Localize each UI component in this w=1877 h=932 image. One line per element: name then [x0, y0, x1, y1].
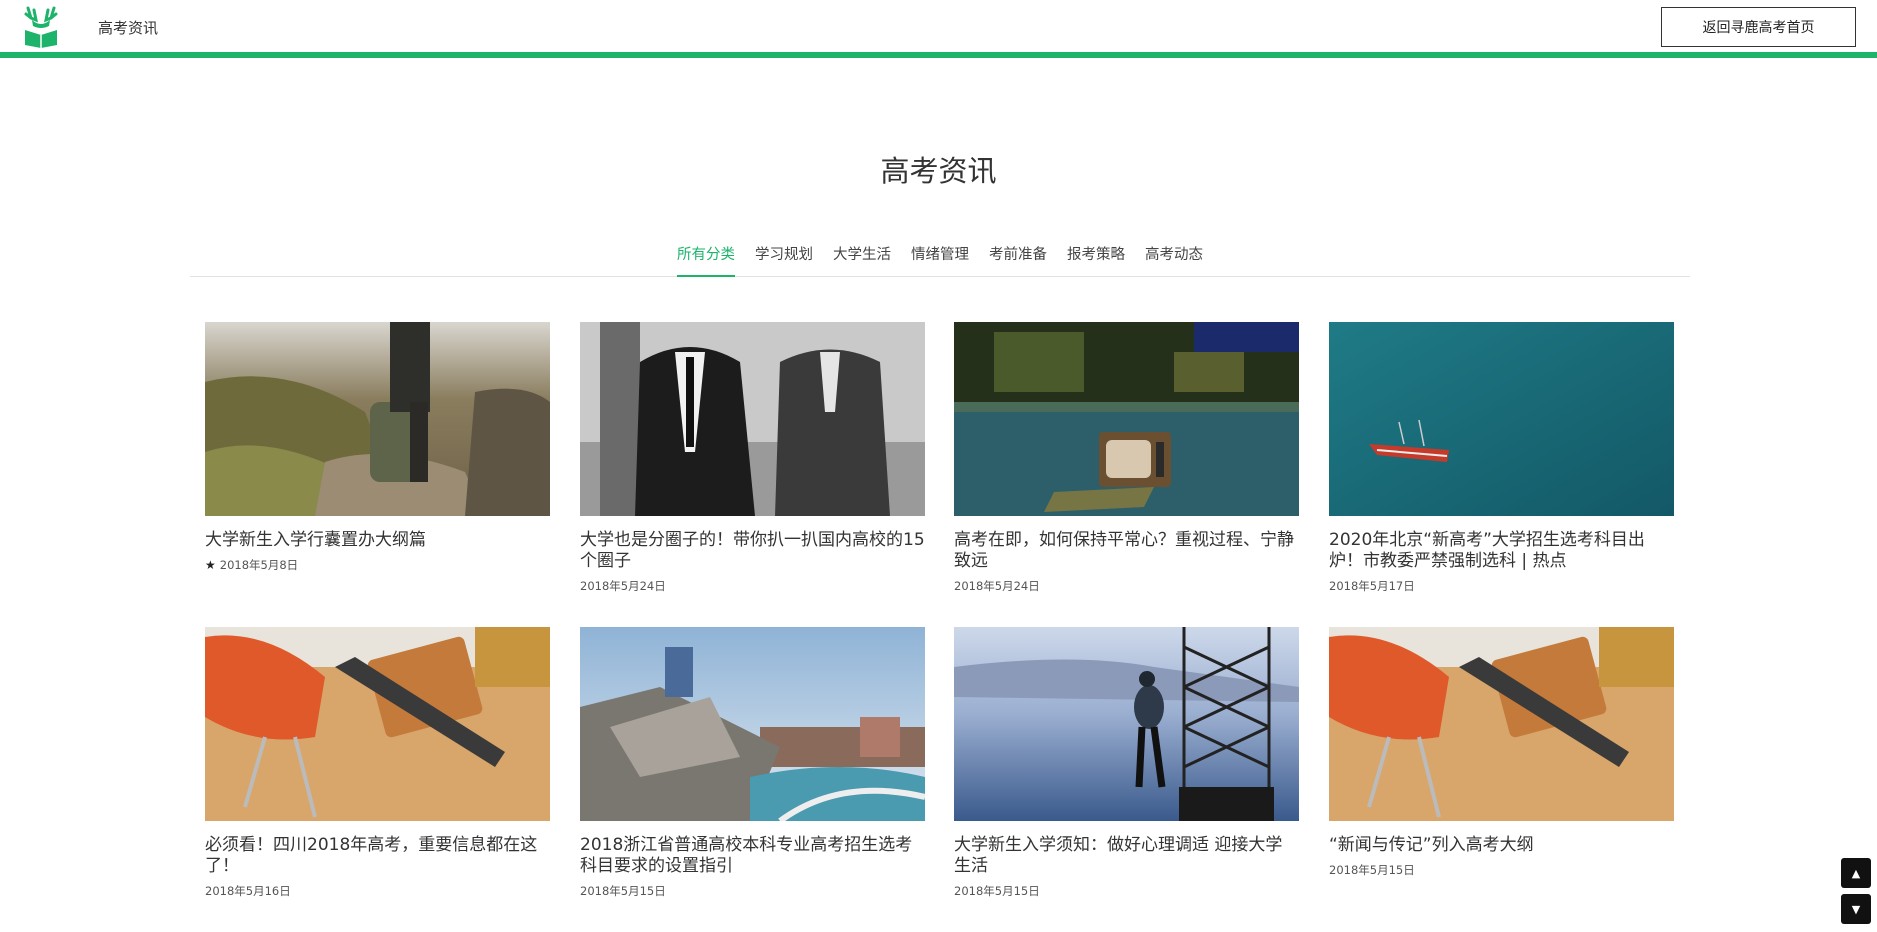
tab-study-planning[interactable]: 学习规划 — [755, 243, 813, 277]
desk-chair-photo[interactable] — [1329, 627, 1674, 821]
article-card[interactable]: 2020年北京“新高考”大学招生选考科目出炉！市教委严禁强制选科 | 热点 20… — [1329, 322, 1674, 594]
article-card[interactable]: 高考在即，如何保持平常心？重视过程、宁静致远 2018年5月24日 — [954, 322, 1299, 594]
tab-application-strategy[interactable]: 报考策略 — [1067, 243, 1125, 277]
article-title[interactable]: 大学也是分圈子的！带你扒一扒国内高校的15个圈子 — [580, 530, 925, 572]
article-title[interactable]: 高考在即，如何保持平常心？重视过程、宁静致远 — [954, 530, 1299, 572]
article-date-row: 2018年5月15日 — [580, 883, 925, 899]
top-navbar: 高考资讯 返回寻鹿高考首页 — [0, 0, 1877, 58]
hiker-backpack-photo[interactable] — [205, 322, 550, 516]
article-card[interactable]: “新闻与传记”列入高考大纲 2018年5月15日 — [1329, 627, 1674, 878]
boat-on-water-photo[interactable] — [1329, 322, 1674, 516]
business-people-photo[interactable] — [580, 322, 925, 516]
back-to-home-button[interactable]: 返回寻鹿高考首页 — [1661, 7, 1856, 47]
article-title[interactable]: 大学新生入学行囊置办大纲篇 — [205, 530, 550, 551]
article-title[interactable]: “新闻与传记”列入高考大纲 — [1329, 835, 1674, 856]
article-card[interactable]: 大学也是分圈子的！带你扒一扒国内高校的15个圈子 2018年5月24日 — [580, 322, 925, 594]
article-date: 2018年5月17日 — [1329, 579, 1415, 593]
star-icon: ★ — [205, 558, 216, 572]
article-date: 2018年5月24日 — [580, 579, 666, 593]
deer-book-icon[interactable] — [22, 6, 60, 48]
tab-college-life[interactable]: 大学生活 — [833, 243, 891, 277]
article-date: 2018年5月15日 — [580, 884, 666, 898]
arrow-up-icon: ▲ — [1851, 866, 1861, 880]
tab-exam-news[interactable]: 高考动态 — [1145, 243, 1203, 277]
article-date-row: 2018年5月24日 — [580, 578, 925, 594]
article-title[interactable]: 2020年北京“新高考”大学招生选考科目出炉！市教委严禁强制选科 | 热点 — [1329, 530, 1674, 572]
article-date: 2018年5月15日 — [1329, 863, 1415, 877]
article-card[interactable]: 必须看！四川2018年高考，重要信息都在这了！ 2018年5月16日 — [205, 627, 550, 899]
article-date: 2018年5月16日 — [205, 884, 291, 898]
tab-all[interactable]: 所有分类 — [677, 243, 735, 277]
article-title[interactable]: 必须看！四川2018年高考，重要信息都在这了！ — [205, 835, 550, 877]
article-date-row: ★ 2018年5月8日 — [205, 557, 550, 573]
article-date: 2018年5月15日 — [954, 884, 1040, 898]
tab-emotion-management[interactable]: 情绪管理 — [911, 243, 969, 277]
article-date-row: 2018年5月24日 — [954, 578, 1299, 594]
article-date-row: 2018年5月16日 — [205, 883, 550, 899]
article-date: 2018年5月8日 — [219, 558, 299, 572]
article-date-row: 2018年5月15日 — [1329, 862, 1674, 878]
article-date: 2018年5月24日 — [954, 579, 1040, 593]
scroll-up-button[interactable]: ▲ — [1841, 858, 1871, 888]
article-card[interactable]: 大学新生入学须知：做好心理调适 迎接大学生活 2018年5月15日 — [954, 627, 1299, 899]
tab-exam-preparation[interactable]: 考前准备 — [989, 243, 1047, 277]
article-title[interactable]: 大学新生入学须知：做好心理调适 迎接大学生活 — [954, 835, 1299, 877]
article-card[interactable]: 大学新生入学行囊置办大纲篇 ★ 2018年5月8日 — [205, 322, 550, 573]
arrow-down-icon: ▼ — [1851, 902, 1861, 916]
tv-on-street-photo[interactable] — [954, 322, 1299, 516]
page-title: 高考资讯 — [880, 154, 997, 188]
article-date-row: 2018年5月15日 — [954, 883, 1299, 899]
category-tabs: 所有分类 学习规划 大学生活 情绪管理 考前准备 报考策略 高考动态 — [190, 243, 1690, 277]
scroll-down-button[interactable]: ▼ — [1841, 894, 1871, 924]
article-card[interactable]: 2018浙江省普通高校本科专业高考招生选考科目要求的设置指引 2018年5月15… — [580, 627, 926, 899]
article-title[interactable]: 2018浙江省普通高校本科专业高考招生选考科目要求的设置指引 — [580, 835, 925, 877]
desk-chair-photo[interactable] — [205, 627, 550, 821]
site-title[interactable]: 高考资讯 — [98, 17, 158, 38]
climber-tower-photo[interactable] — [954, 627, 1299, 821]
article-date-row: 2018年5月17日 — [1329, 578, 1674, 594]
city-river-photo[interactable] — [580, 627, 926, 824]
